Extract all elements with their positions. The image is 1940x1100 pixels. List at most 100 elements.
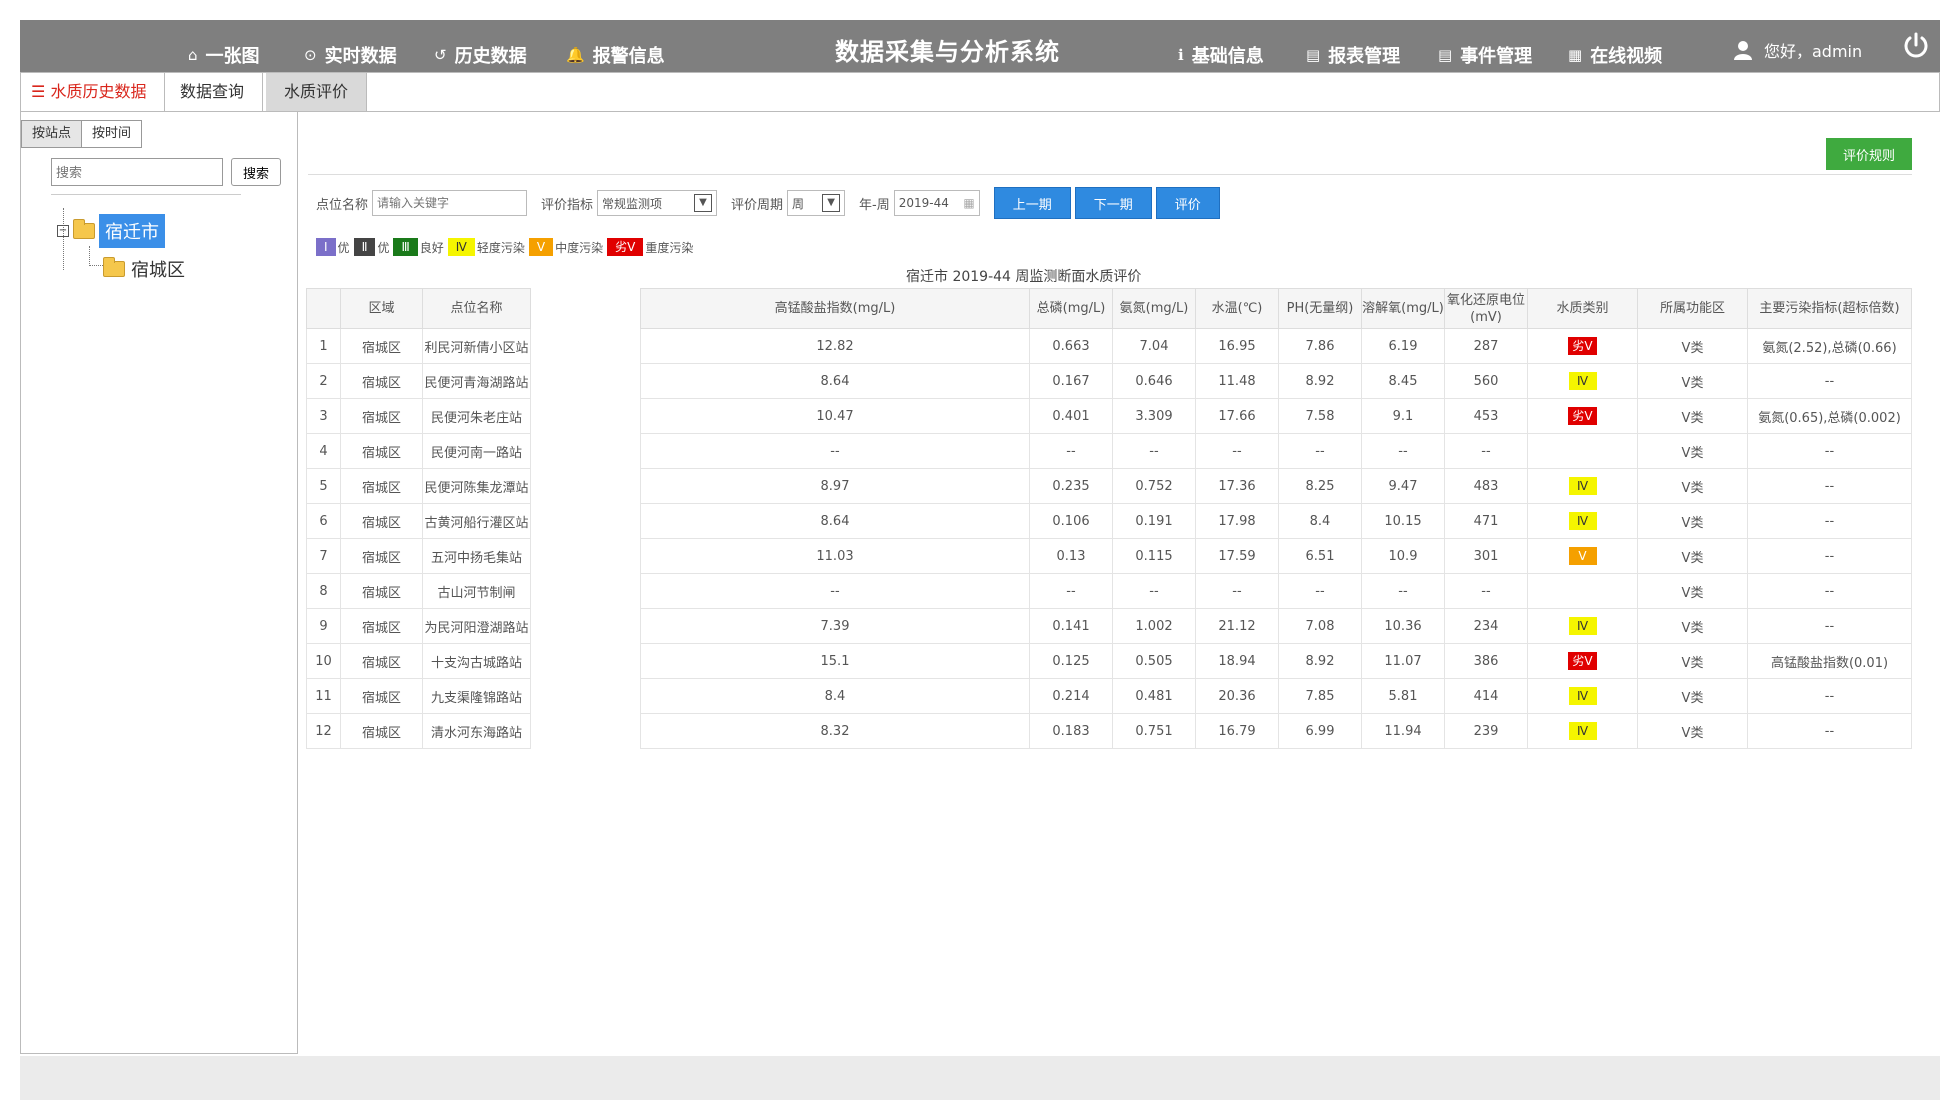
table-row[interactable]: 9 宿城区 为民河阳澄湖路站 7.39 0.141 1.002 21.12 7.08 10.36…: [306, 608, 1912, 644]
nav-history-data[interactable]: ↺ 历史数据: [434, 42, 527, 68]
table-cell: --: [640, 433, 1030, 469]
evaluation-rule-button[interactable]: 评价规则: [1826, 138, 1912, 170]
nav-report-management[interactable]: ▤ 报表管理: [1306, 42, 1400, 68]
table-cell: 7: [306, 538, 341, 574]
table-cell: 386: [1444, 643, 1528, 679]
table-row[interactable]: 3 宿城区 民便河朱老庄站 10.47 0.401 3.309 17.66 7.58 9.1 45…: [306, 398, 1912, 434]
nav-label: 基础信息: [1191, 46, 1264, 67]
tree-node-label[interactable]: 宿城区: [131, 256, 185, 282]
table-cell: 21.12: [1195, 608, 1279, 644]
table-cell: 利民河新倩小区站: [422, 328, 531, 364]
table-cell: 17.36: [1195, 468, 1279, 504]
table-cell: 民便河南一路站: [422, 433, 531, 469]
table-cell: 0.235: [1029, 468, 1113, 504]
legend-swatch: Ⅲ: [393, 238, 418, 256]
legend-label: 优: [377, 240, 390, 255]
table-cell: 宿城区: [340, 398, 423, 434]
table-cell: 20.36: [1195, 678, 1279, 714]
evaluate-button[interactable]: 评价: [1155, 187, 1220, 219]
table-cell: 17.66: [1195, 398, 1279, 434]
nav-online-video[interactable]: ▦ 在线视频: [1568, 42, 1662, 68]
tree-node-child[interactable]: 宿城区: [103, 256, 185, 282]
table-cell: 宿城区: [340, 363, 423, 399]
table-cell: 为民河阳澄湖路站: [422, 608, 531, 644]
table-cell: Ⅴ类: [1637, 503, 1748, 539]
table-cell: Ⅴ类: [1637, 538, 1748, 574]
table-cell: Ⅴ类: [1637, 328, 1748, 364]
table-cell: 453: [1444, 398, 1528, 434]
table-cell: --: [1029, 573, 1113, 609]
table-row[interactable]: 8 宿城区 古山河节制闸 -- -- -- -- -- -- -- Ⅴ类 --: [306, 573, 1912, 609]
site-name-input[interactable]: [372, 190, 528, 216]
evaluation-table: 区域 点位名称 高锰酸盐指数(mg/L) 总磷(mg/L) 氨氮(mg/L) 水温(℃) P…: [306, 288, 1912, 749]
table-cell: 宿城区: [340, 468, 423, 504]
week-input[interactable]: 2019-44 ▦: [893, 190, 980, 216]
nav-label: 在线视频: [1590, 46, 1663, 67]
table-row[interactable]: 11 宿城区 九支渠隆锦路站 8.4 0.214 0.481 20.36 7.85 5.81 41…: [306, 678, 1912, 714]
index-select[interactable]: 常规监测项 ▼: [597, 190, 718, 216]
search-button[interactable]: 搜索: [231, 158, 281, 186]
footer-bar: [20, 1056, 1940, 1100]
folder-icon: [73, 219, 95, 239]
user-menu[interactable]: 您好，admin: [1732, 38, 1862, 62]
table-cell: 0.167: [1029, 363, 1113, 399]
nav-realtime-data[interactable]: ⊙ 实时数据: [304, 42, 397, 68]
collapse-icon[interactable]: −: [57, 225, 69, 237]
table-row[interactable]: 4 宿城区 民便河南一路站 -- -- -- -- -- -- -- Ⅴ类 --: [306, 433, 1912, 469]
calendar-icon[interactable]: ▦: [963, 196, 974, 210]
next-period-button[interactable]: 下一期: [1074, 187, 1152, 219]
table-row[interactable]: 1 宿城区 利民河新倩小区站 12.82 0.663 7.04 16.95 7.86 6.19 2…: [306, 328, 1912, 364]
power-icon[interactable]: [1900, 30, 1932, 62]
nav-label: 一张图: [205, 46, 260, 67]
table-row[interactable]: 2 宿城区 民便河青海湖路站 8.64 0.167 0.646 11.48 8.92 8.45 5…: [306, 363, 1912, 399]
table-cell: --: [1747, 538, 1912, 574]
table-cell: 8.92: [1278, 363, 1362, 399]
select-value: 周: [792, 196, 805, 211]
nav-one-map[interactable]: ⌂ 一张图: [188, 42, 260, 68]
top-navigation-bar: ⌂ 一张图 ⊙ 实时数据 ↺ 历史数据 🔔 报警信息 数据采集与分析系统 ℹ 基础信息 ▤…: [20, 20, 1940, 72]
table-row[interactable]: 10 宿城区 十支沟古城路站 15.1 0.125 0.505 18.94 8.92 11.07…: [306, 643, 1912, 679]
category-badge: Ⅳ: [1568, 617, 1597, 635]
table-cell: 16.79: [1195, 713, 1279, 749]
column-header: 溶解氧(mg/L): [1361, 288, 1445, 329]
table-cell: --: [1278, 433, 1362, 469]
tree-node-label[interactable]: 宿迁市: [99, 214, 165, 248]
table-row[interactable]: 5 宿城区 民便河陈集龙潭站 8.97 0.235 0.752 17.36 8.25 9.47 4…: [306, 468, 1912, 504]
nav-basic-info[interactable]: ℹ 基础信息: [1178, 42, 1264, 68]
table-cell: 8: [306, 573, 341, 609]
search-input[interactable]: [51, 158, 223, 186]
table-cell: 宿城区: [340, 713, 423, 749]
legend-swatch: Ⅱ: [353, 238, 376, 256]
table-cell: 12: [306, 713, 341, 749]
table-cell: 10.9: [1361, 538, 1445, 574]
tab-label: 水质评价: [284, 82, 349, 101]
category-badge: Ⅳ: [1568, 477, 1597, 495]
table-row[interactable]: 12 宿城区 清水河东海路站 8.32 0.183 0.751 16.79 6.99 11.94…: [306, 713, 1912, 749]
previous-period-button[interactable]: 上一期: [993, 187, 1071, 219]
tab-water-evaluation[interactable]: 水质评价: [266, 73, 368, 111]
table-cell: [1527, 433, 1638, 469]
table-cell: 民便河陈集龙潭站: [422, 468, 531, 504]
table-cell: --: [1361, 573, 1445, 609]
table-cell: 劣Ⅴ: [1527, 643, 1638, 679]
category-badge: Ⅳ: [1568, 512, 1597, 530]
table-cell: 0.183: [1029, 713, 1113, 749]
row-spacer: [530, 363, 641, 399]
tree-node-root[interactable]: − 宿迁市: [57, 214, 165, 248]
table-row[interactable]: 7 宿城区 五河中扬毛集站 11.03 0.13 0.115 17.59 6.51 10.9 30…: [306, 538, 1912, 574]
table-cell: Ⅳ: [1527, 678, 1638, 714]
table-cell: 0.481: [1112, 678, 1196, 714]
nav-alarm-info[interactable]: 🔔 报警信息: [566, 42, 665, 68]
tab-water-history[interactable]: ☰ 水质历史数据: [21, 73, 166, 111]
nav-event-management[interactable]: ▤ 事件管理: [1438, 42, 1532, 68]
by-time-button[interactable]: 按时间: [81, 120, 143, 148]
home-icon: ⌂: [188, 46, 198, 64]
table-cell: 劣Ⅴ: [1527, 328, 1638, 364]
period-select[interactable]: 周 ▼: [787, 190, 846, 216]
nav-label: 历史数据: [454, 46, 527, 67]
table-row[interactable]: 6 宿城区 古黄河船行灌区站 8.64 0.106 0.191 17.98 8.4 10.15 4…: [306, 503, 1912, 539]
tab-data-query[interactable]: 数据查询: [162, 73, 264, 111]
table-cell: [1527, 573, 1638, 609]
by-station-button[interactable]: 按站点: [21, 120, 83, 148]
category-badge: 劣Ⅴ: [1568, 652, 1597, 670]
